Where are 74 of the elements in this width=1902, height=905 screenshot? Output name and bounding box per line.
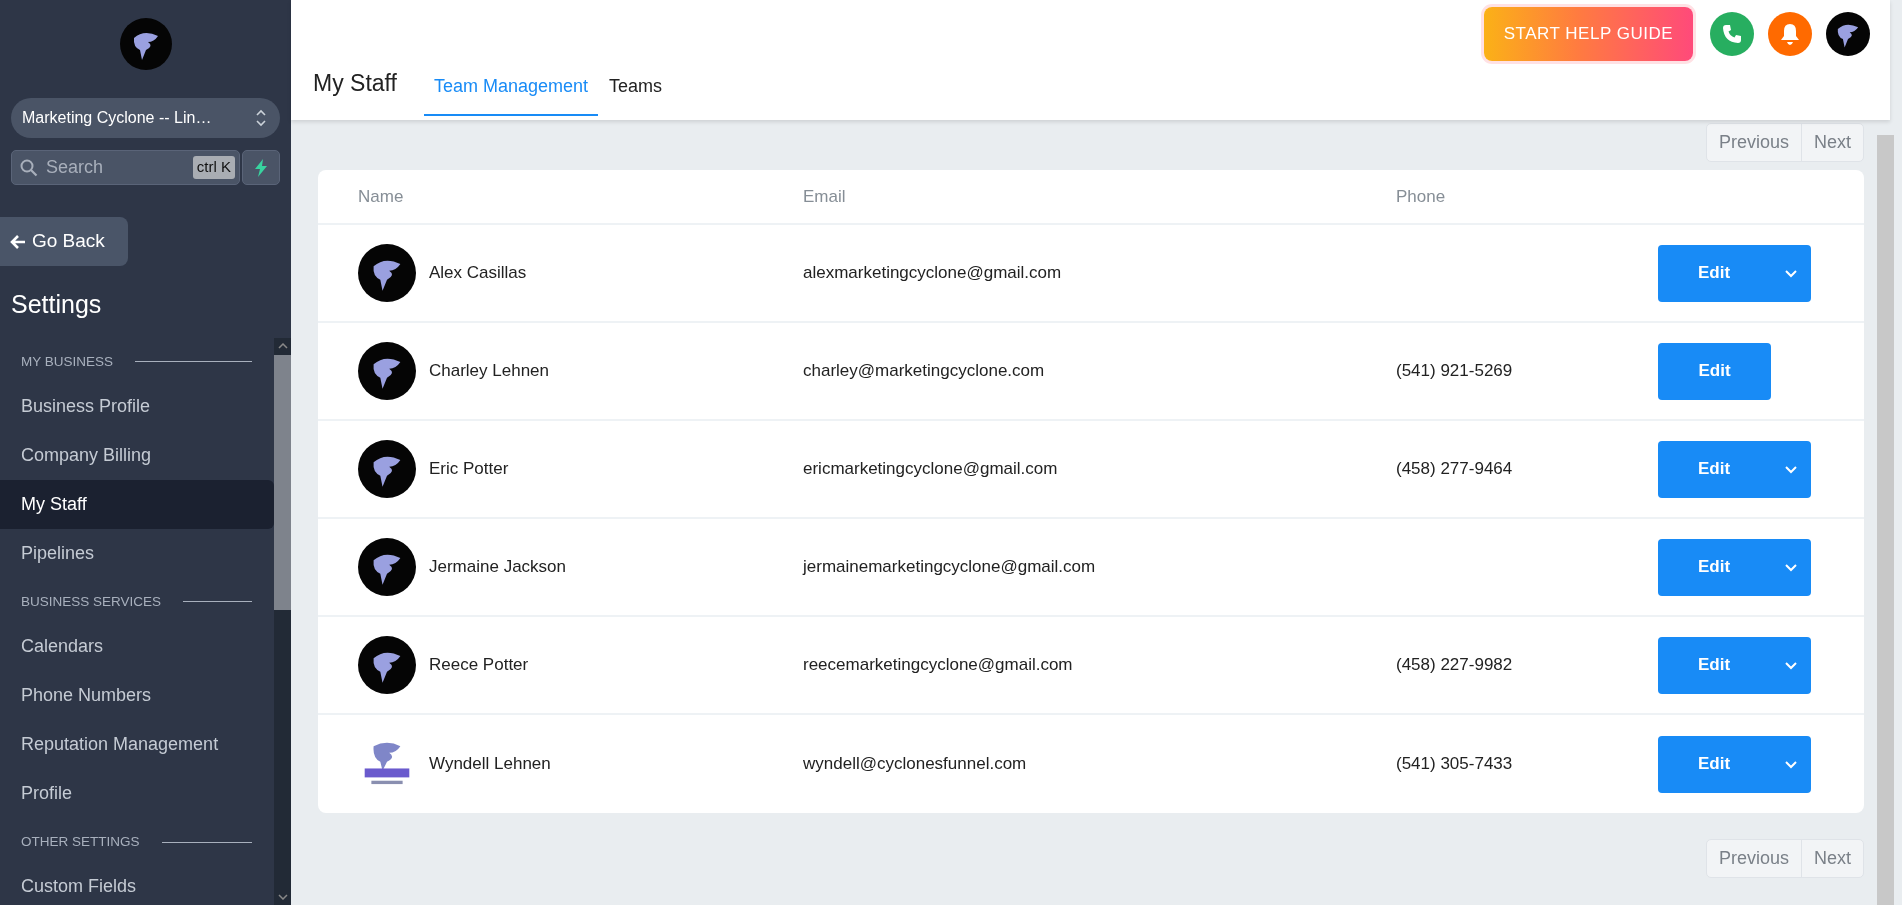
staff-name: Jermaine Jackson (429, 556, 566, 579)
sidebar-item[interactable]: Business Profile (0, 381, 274, 431)
tab[interactable]: Team Management (423, 73, 599, 116)
arrow-left-icon (10, 233, 26, 250)
email-cell: reecemarketingcyclone@gmail.com (803, 655, 1073, 675)
sidebar-item[interactable]: Company Billing (0, 430, 274, 480)
go-back-button[interactable]: Go Back (0, 217, 128, 266)
scroll-up-icon (277, 343, 288, 349)
sidebar-item[interactable]: Phone Numbers (0, 671, 274, 720)
email-cell: ericmarketingcyclone@gmail.com (803, 459, 1058, 479)
staff-name: Charley Lehnen (429, 360, 550, 383)
chevron-up-down-icon (256, 108, 266, 128)
dropdown-toggle-button[interactable] (1770, 244, 1811, 302)
email-cell: wyndell@cyclonesfunnel.com (803, 754, 1027, 774)
sidebar-item[interactable]: My Staff (0, 479, 274, 529)
next-button[interactable]: Next (1801, 124, 1863, 161)
email-cell: jermainemarketingcyclone@gmail.com (803, 557, 1096, 577)
search-field[interactable]: Search ctrl K (11, 150, 240, 185)
phone-cell: (458) 227-9982 (1396, 655, 1513, 675)
staff-name: Eric Potter (429, 458, 509, 481)
avatar-image (358, 244, 416, 302)
section-heading: BUSINESS SERVICES (21, 592, 162, 611)
column-header: Phone (1396, 185, 1447, 208)
sidebar-item[interactable]: Reputation Management (0, 720, 274, 769)
company-logo (119, 18, 172, 70)
lightning-icon (254, 158, 268, 177)
avatar-image (358, 538, 416, 596)
phone-button[interactable] (1710, 11, 1754, 56)
avatar-image (358, 440, 416, 498)
caret-icon (1784, 661, 1797, 670)
staff-name: Wyndell Lehnen (429, 753, 551, 776)
staff-name: Alex Casillas (429, 262, 527, 285)
email-cell: alexmarketingcyclone@gmail.com (803, 263, 1062, 283)
tab[interactable]: Teams (599, 73, 673, 116)
page-title: My Staff (313, 68, 397, 98)
avatar-image (358, 636, 416, 694)
notifications-button[interactable] (1768, 11, 1812, 56)
column-header: Email (803, 185, 847, 208)
search-icon (20, 158, 38, 177)
avatar-image (358, 342, 416, 400)
sidebar-item[interactable]: Pipelines (0, 528, 274, 578)
dropdown-toggle-button[interactable] (1770, 735, 1811, 793)
section-heading: MY BUSINESS (21, 352, 114, 371)
phone-cell: (541) 305-7433 (1396, 754, 1513, 774)
scrollbar[interactable] (1877, 135, 1894, 905)
dropdown-toggle-button[interactable] (1770, 538, 1811, 596)
quick-actions-button[interactable] (242, 150, 280, 185)
previous-button[interactable]: Previous (1706, 124, 1801, 161)
caret-icon (1784, 465, 1797, 474)
staff-name: Reece Potter (429, 654, 529, 677)
keyboard-shortcut: ctrl K (192, 156, 235, 179)
scroll-down-icon (277, 893, 288, 900)
phone-cell: (458) 277-9464 (1396, 459, 1513, 479)
scrollbar[interactable] (274, 337, 291, 905)
email-cell: charley@marketingcyclone.com (803, 361, 1045, 381)
caret-icon (1784, 563, 1797, 572)
account-selector[interactable]: Marketing Cyclone -- Lin… (11, 98, 280, 138)
caret-icon (1784, 269, 1797, 278)
sidebar-item[interactable]: Custom Fields (0, 862, 274, 905)
phone-cell: (541) 921-5269 (1396, 361, 1513, 381)
sidebar-item[interactable]: Profile (0, 769, 274, 818)
sidebar-item[interactable]: Calendars (0, 622, 274, 671)
sidebar-title: Settings (11, 289, 103, 320)
section-heading: OTHER SETTINGS (21, 833, 140, 851)
column-header: Name (357, 185, 405, 208)
caret-icon (1784, 760, 1797, 769)
bell-icon (1780, 22, 1800, 45)
user-avatar[interactable] (1826, 11, 1870, 56)
dropdown-toggle-button[interactable] (1770, 636, 1811, 694)
phone-icon (1722, 23, 1742, 44)
next-button[interactable]: Next (1801, 840, 1863, 877)
previous-button[interactable]: Previous (1706, 840, 1801, 877)
dropdown-toggle-button[interactable] (1770, 440, 1811, 498)
search-input[interactable]: Search (44, 153, 187, 182)
